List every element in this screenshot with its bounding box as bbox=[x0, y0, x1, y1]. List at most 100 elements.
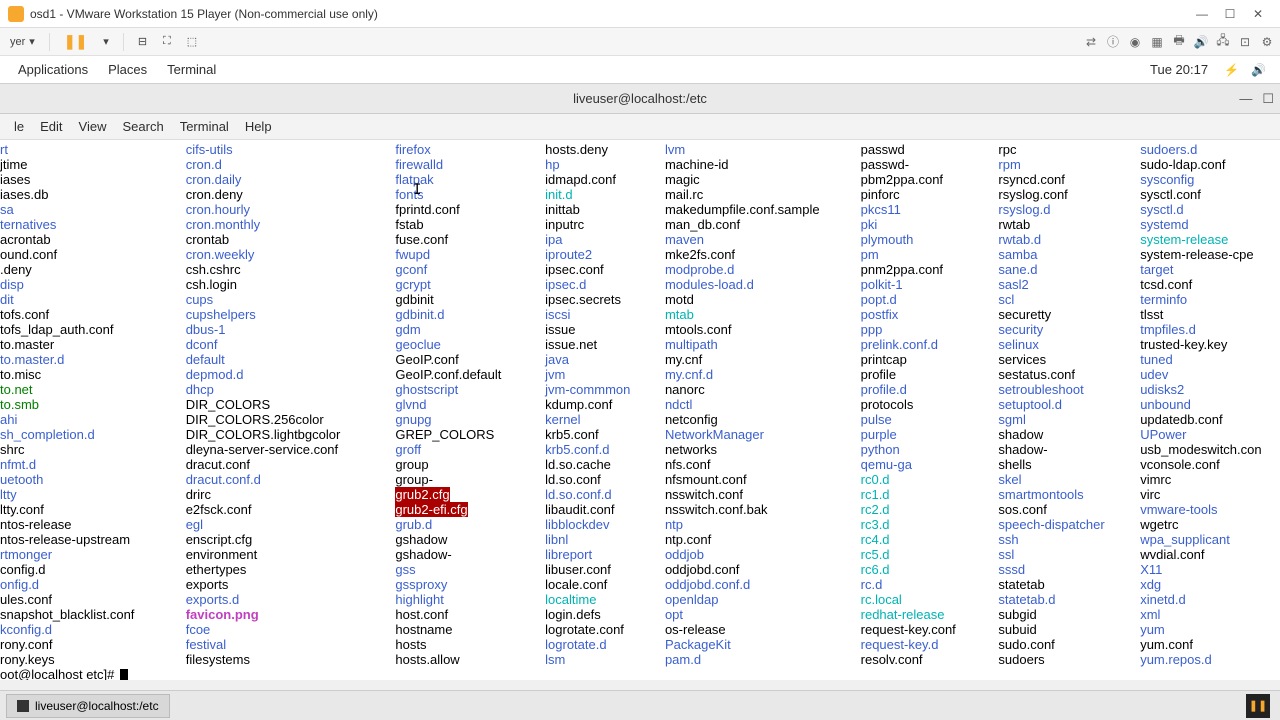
ls-entry: sos.conf bbox=[998, 502, 1140, 517]
terminal-minimize[interactable]: — bbox=[1239, 91, 1252, 107]
terminal-menu[interactable]: Terminal bbox=[157, 62, 226, 77]
ls-entry: mail.rc bbox=[665, 187, 861, 202]
term-menu-le[interactable]: le bbox=[6, 119, 32, 134]
ls-entry: glvnd bbox=[395, 397, 545, 412]
ls-entry: kconfig.d bbox=[0, 622, 186, 637]
ls-entry: NetworkManager bbox=[665, 427, 861, 442]
ls-entry: crontab bbox=[186, 232, 396, 247]
drive-icon[interactable]: ⊡ bbox=[1236, 33, 1254, 51]
fullscreen-button[interactable]: ⛶ bbox=[157, 33, 177, 50]
player-menu[interactable]: yer ▾ bbox=[4, 33, 41, 50]
ls-entry: ound.conf bbox=[0, 247, 186, 262]
term-menu-terminal[interactable]: Terminal bbox=[172, 119, 237, 134]
sound-icon[interactable]: 🔊 bbox=[1192, 33, 1210, 51]
ls-entry: ethertypes bbox=[186, 562, 396, 577]
ls-entry: rc2.d bbox=[861, 502, 999, 517]
disk-icon[interactable]: ▦ bbox=[1148, 33, 1166, 51]
ls-entry: rt bbox=[0, 142, 186, 157]
ls-entry: udev bbox=[1140, 367, 1280, 382]
ls-entry: kdump.conf bbox=[545, 397, 665, 412]
separator bbox=[123, 33, 124, 51]
ls-entry: yum.repos.d bbox=[1140, 652, 1280, 667]
vm-paused-indicator[interactable]: ❚❚ bbox=[1246, 694, 1270, 718]
terminal-menubar: leEditViewSearchTerminalHelp bbox=[0, 114, 1280, 140]
clock[interactable]: Tue 20:17 bbox=[1140, 62, 1218, 77]
ls-entry: grub2-efi.cfg bbox=[395, 502, 545, 517]
taskbar-terminal-tab[interactable]: liveuser@localhost:/etc bbox=[6, 694, 170, 718]
ls-entry: services bbox=[998, 352, 1140, 367]
ls-entry: ntp bbox=[665, 517, 861, 532]
snapshot-button[interactable]: ⊟ bbox=[132, 33, 153, 50]
volume-icon[interactable]: 🔊 bbox=[1245, 63, 1272, 77]
ls-entry: pki bbox=[861, 217, 999, 232]
ls-entry: localtime bbox=[545, 592, 665, 607]
ls-entry: setuptool.d bbox=[998, 397, 1140, 412]
ls-entry: unbound bbox=[1140, 397, 1280, 412]
applications-menu[interactable]: Applications bbox=[8, 62, 98, 77]
ls-entry: rony.conf bbox=[0, 637, 186, 652]
pause-button[interactable]: ❚❚ bbox=[58, 31, 93, 52]
ls-entry: dconf bbox=[186, 337, 396, 352]
ls-entry: rc1.d bbox=[861, 487, 999, 502]
places-menu[interactable]: Places bbox=[98, 62, 157, 77]
print-icon[interactable]: 🖶 bbox=[1170, 33, 1188, 51]
ls-entry: grub.d bbox=[395, 517, 545, 532]
ls-entry: environment bbox=[186, 547, 396, 562]
ls-entry: krb5.conf.d bbox=[545, 442, 665, 457]
terminal-maximize[interactable]: ☐ bbox=[1262, 91, 1274, 107]
ls-entry: shadow bbox=[998, 427, 1140, 442]
cd-icon[interactable]: ◉ bbox=[1126, 33, 1144, 51]
ls-entry: pulse bbox=[861, 412, 999, 427]
ls-entry: ghostscript bbox=[395, 382, 545, 397]
ls-entry: smartmontools bbox=[998, 487, 1140, 502]
ls-entry: GeoIP.conf bbox=[395, 352, 545, 367]
ls-entry: issue.net bbox=[545, 337, 665, 352]
ls-entry: pm bbox=[861, 247, 999, 262]
ls-entry: libblockdev bbox=[545, 517, 665, 532]
hint-icon[interactable]: ⓘ bbox=[1104, 33, 1122, 51]
ls-entry: nfsmount.conf bbox=[665, 472, 861, 487]
ls-entry: jvm bbox=[545, 367, 665, 382]
usb-icon[interactable]: ⇄ bbox=[1082, 33, 1100, 51]
ls-entry: sestatus.conf bbox=[998, 367, 1140, 382]
term-menu-search[interactable]: Search bbox=[114, 119, 171, 134]
terminal-body[interactable]: rtjtimeiasesiases.dbsaternativesacrontab… bbox=[0, 140, 1280, 680]
term-menu-help[interactable]: Help bbox=[237, 119, 280, 134]
ls-entry: gshadow bbox=[395, 532, 545, 547]
unity-button[interactable]: ⬚ bbox=[181, 33, 203, 50]
ls-entry: libaudit.conf bbox=[545, 502, 665, 517]
ls-entry: motd bbox=[665, 292, 861, 307]
term-menu-view[interactable]: View bbox=[71, 119, 115, 134]
ls-entry: groff bbox=[395, 442, 545, 457]
ls-entry: ltty bbox=[0, 487, 186, 502]
ls-entry: makedumpfile.conf.sample bbox=[665, 202, 861, 217]
ls-entry: passwd- bbox=[861, 157, 999, 172]
ls-entry: jvm-commmon bbox=[545, 382, 665, 397]
network-status-icon[interactable]: ⚡ bbox=[1218, 63, 1245, 77]
network-icon[interactable]: 🖧 bbox=[1214, 33, 1232, 51]
ls-entry: hosts bbox=[395, 637, 545, 652]
minimize-button[interactable]: — bbox=[1188, 7, 1216, 21]
settings-icon[interactable]: ⚙ bbox=[1258, 33, 1276, 51]
ls-entry: fwupd bbox=[395, 247, 545, 262]
ls-entry: statetab bbox=[998, 577, 1140, 592]
ls-entry: hp bbox=[545, 157, 665, 172]
ls-entry: opt bbox=[665, 607, 861, 622]
ls-entry: rsyslog.conf bbox=[998, 187, 1140, 202]
ls-entry: skel bbox=[998, 472, 1140, 487]
ls-entry: resolv.conf bbox=[861, 652, 999, 667]
ls-entry: popt.d bbox=[861, 292, 999, 307]
pause-dropdown[interactable]: ▾ bbox=[97, 33, 115, 50]
ls-entry: polkit-1 bbox=[861, 277, 999, 292]
ls-entry: csh.login bbox=[186, 277, 396, 292]
ls-entry: gss bbox=[395, 562, 545, 577]
maximize-button[interactable]: ☐ bbox=[1216, 7, 1244, 21]
ls-entry: rtmonger bbox=[0, 547, 186, 562]
ls-column: rtjtimeiasesiases.dbsaternativesacrontab… bbox=[0, 142, 186, 667]
close-button[interactable]: ✕ bbox=[1244, 7, 1272, 21]
ls-entry: updatedb.conf bbox=[1140, 412, 1280, 427]
ls-entry: ndctl bbox=[665, 397, 861, 412]
ls-entry: libreport bbox=[545, 547, 665, 562]
ls-entry: trusted-key.key bbox=[1140, 337, 1280, 352]
term-menu-edit[interactable]: Edit bbox=[32, 119, 70, 134]
